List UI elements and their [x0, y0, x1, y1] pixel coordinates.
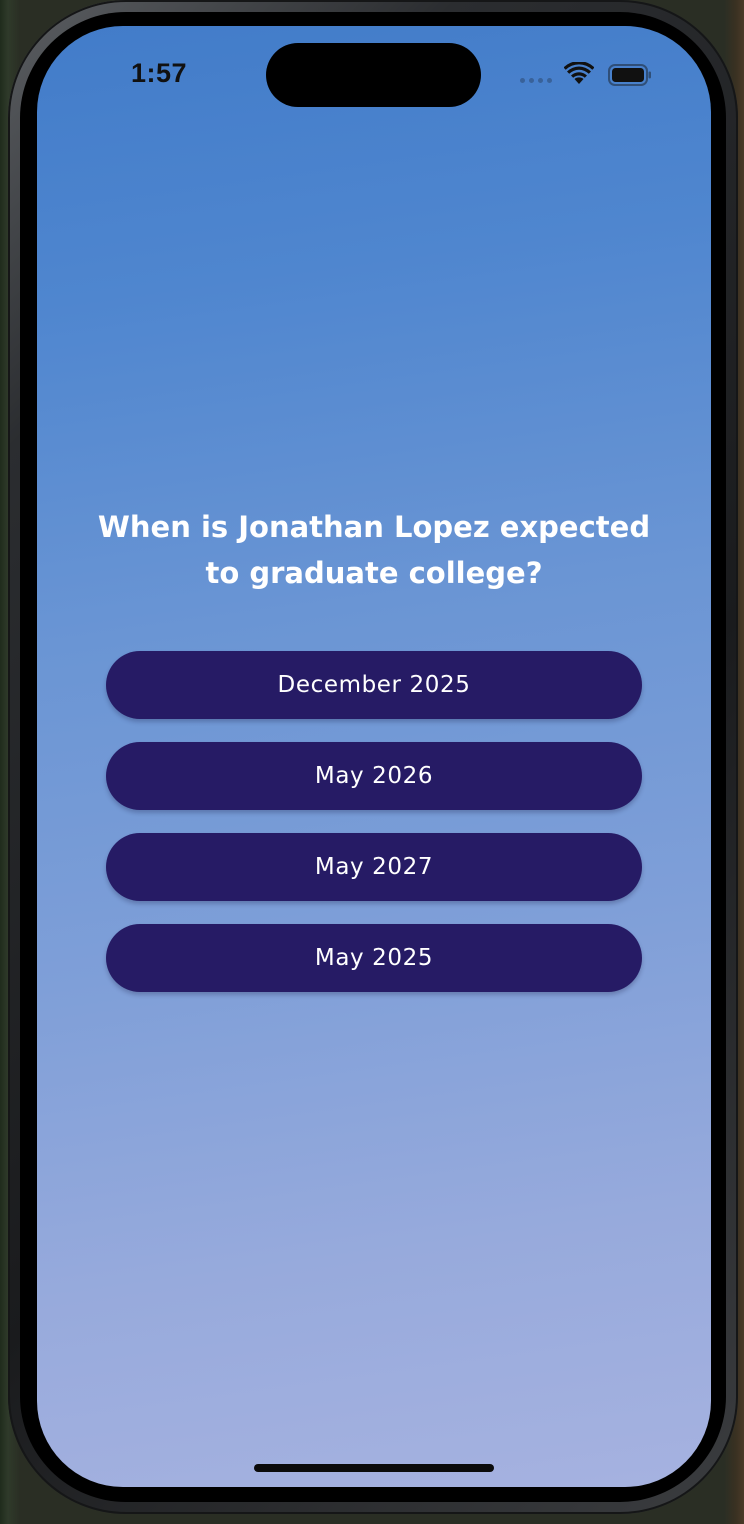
answer-button-may-2025[interactable]: May 2025 [106, 924, 642, 992]
signal-icon [520, 78, 552, 83]
answer-list: December 2025 May 2026 May 2027 May 2025 [106, 651, 642, 1015]
wifi-icon [564, 62, 594, 84]
status-time: 1:57 [131, 58, 188, 88]
home-indicator[interactable] [254, 1464, 494, 1472]
battery-icon [608, 64, 651, 86]
answer-button-may-2026[interactable]: May 2026 [106, 742, 642, 810]
dynamic-island [266, 43, 481, 107]
app-screen: 1:57 When is Jonathan Lopez expected to … [37, 26, 711, 1487]
answer-button-december-2025[interactable]: December 2025 [106, 651, 642, 719]
answer-button-may-2027[interactable]: May 2027 [106, 833, 642, 901]
question-text: When is Jonathan Lopez expected to gradu… [97, 510, 651, 590]
